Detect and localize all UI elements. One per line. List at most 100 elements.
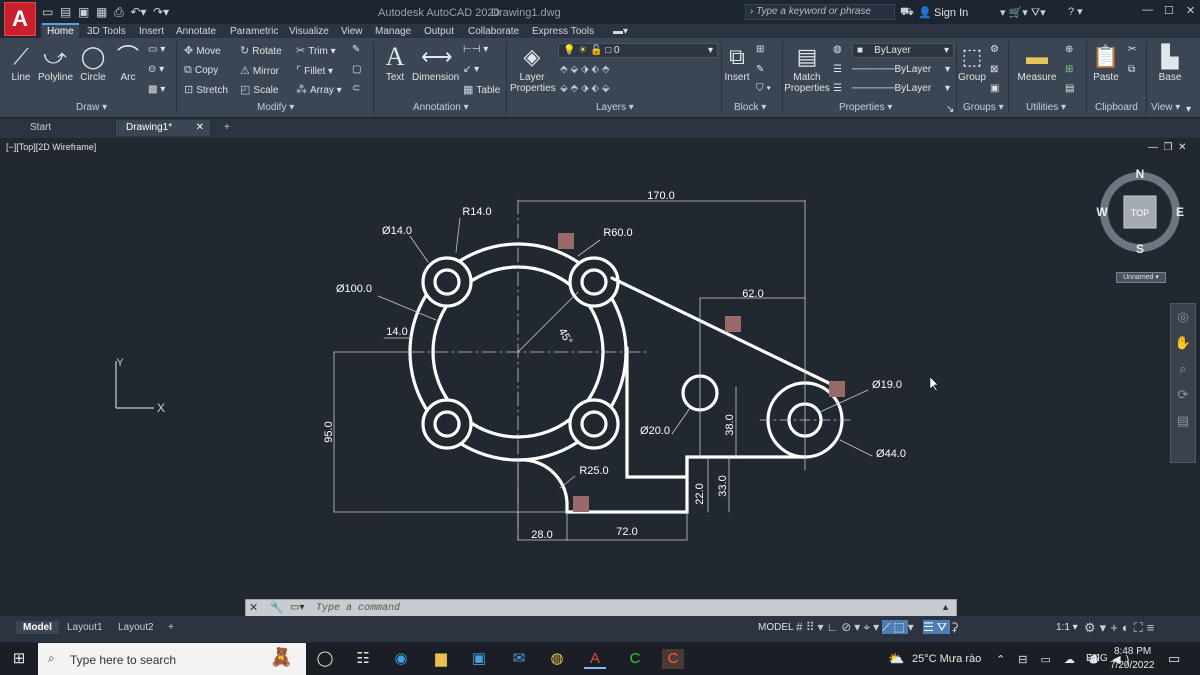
block-panel-title[interactable]: Block ▾: [734, 102, 766, 113]
dim-170[interactable]: 170.0: [647, 190, 675, 202]
fillet-tool[interactable]: ⌜ Fillet ▾: [296, 64, 333, 77]
recorder-icon[interactable]: C: [662, 649, 684, 669]
linetype-dropdown[interactable]: ──────ByLayer ▾: [848, 63, 954, 78]
snap-icon[interactable]: ⠿▾: [806, 620, 827, 634]
lineweight-icon[interactable]: ☰: [833, 83, 842, 94]
cad-drawing[interactable]: 170.0 R14.0 Ø14.0 R60.0 Ø100.0 14.0 45° …: [0, 138, 1200, 616]
dynamic-ucs-icon[interactable]: ⬚: [893, 620, 908, 634]
constraint-marker[interactable]: [829, 381, 845, 397]
dim-d19[interactable]: Ø19.0: [872, 379, 902, 391]
mail-icon[interactable]: ✉: [508, 649, 530, 669]
plot-icon[interactable]: ⎙: [114, 5, 124, 19]
otrack-icon[interactable]: ⟋: [882, 620, 894, 634]
edit-block-icon[interactable]: ✎: [756, 64, 764, 75]
camtasia-icon[interactable]: C: [624, 649, 646, 669]
tab-annotate[interactable]: Annotate: [171, 25, 221, 38]
groups-panel-title[interactable]: Groups ▾: [963, 102, 1004, 113]
layer-tools-row-2[interactable]: ⬙ ⬘ ⬗ ⬖ ⬙: [560, 83, 610, 94]
measure-tool[interactable]: ▬ Measure: [1016, 44, 1058, 83]
lug-boss-ne[interactable]: [568, 256, 620, 308]
tab-layout2[interactable]: Layout2: [111, 621, 161, 634]
insert-tool[interactable]: ⧉ Insert: [722, 44, 752, 83]
constraint-marker[interactable]: [558, 233, 574, 249]
file-explorer-icon[interactable]: ▆: [430, 649, 452, 669]
annotation-visibility-icon[interactable]: ⛛: [936, 620, 950, 634]
tab-drawing1[interactable]: Drawing1* ✕: [116, 120, 210, 136]
copy-clip-icon[interactable]: ⧉: [1128, 64, 1135, 75]
drawing-viewport[interactable]: [−][Top][2D Wireframe] — ❐ ✕ TOP N S E W…: [0, 138, 1200, 617]
widgets-icon[interactable]: ☷: [352, 649, 374, 669]
gradient-icon[interactable]: ▩ ▾: [148, 84, 165, 95]
new-icon[interactable]: ▭: [42, 5, 53, 19]
tab-express-tools[interactable]: Express Tools: [527, 25, 599, 38]
add-layout-button[interactable]: +: [161, 621, 181, 634]
dim-62[interactable]: 62.0: [742, 288, 763, 300]
rotate-tool[interactable]: ↻ Rotate: [240, 44, 282, 57]
hatch-icon[interactable]: ⊝ ▾: [148, 64, 164, 75]
cart-icon[interactable]: ▾ 🛒▾ ⛛▾: [1000, 6, 1046, 20]
tab-manage[interactable]: Manage: [370, 25, 416, 38]
tab-layout1[interactable]: Layout1: [60, 621, 110, 634]
offset-icon[interactable]: ⊂: [352, 83, 360, 94]
language-indicator[interactable]: ENG: [1086, 653, 1108, 664]
customize-menu-icon[interactable]: ≡: [1147, 620, 1159, 635]
autoscale-icon[interactable]: ⚳: [950, 620, 962, 634]
fullscreen-icon[interactable]: ⛶: [1134, 620, 1147, 635]
task-view-icon[interactable]: ◯: [314, 649, 336, 669]
weather-text[interactable]: 25°C Mưa rào: [912, 653, 981, 665]
calculator-icon[interactable]: ▤: [1065, 83, 1074, 94]
workspace-gear-icon[interactable]: ⚙▾: [1084, 620, 1110, 635]
dim-d14[interactable]: Ø14.0: [382, 225, 412, 237]
scale-tool[interactable]: ◰ Scale: [240, 83, 278, 96]
arc-tool[interactable]: ⌒ Arc: [113, 44, 143, 83]
isolate-icon[interactable]: ◐: [1122, 620, 1134, 635]
tab-parametric[interactable]: Parametric: [225, 25, 283, 38]
edge-browser-icon[interactable]: ◉: [390, 649, 412, 669]
color-wheel-icon[interactable]: ◍: [833, 44, 842, 55]
binoculars-icon[interactable]: ⛟: [900, 6, 914, 20]
layer-properties-tool[interactable]: ◈ Layer Properties: [510, 44, 556, 94]
color-dropdown[interactable]: ■ ByLayer ▾: [852, 43, 954, 58]
command-history-icon[interactable]: ▭▾: [290, 602, 304, 613]
constraint-marker[interactable]: [725, 316, 741, 332]
minimize-button[interactable]: —: [1142, 4, 1153, 16]
base-view-tool[interactable]: ▙ Base: [1152, 44, 1188, 83]
lug-boss-sw[interactable]: [421, 398, 473, 450]
move-tool[interactable]: ✥ Move: [184, 44, 221, 57]
dim-72[interactable]: 72.0: [616, 526, 637, 538]
tab-view[interactable]: View: [336, 25, 368, 38]
right-profile-edge[interactable]: [625, 346, 807, 479]
tab-home[interactable]: Home: [42, 23, 79, 38]
dim-38[interactable]: 38.0: [724, 414, 736, 435]
dim-95[interactable]: 95.0: [323, 421, 335, 442]
line-tool[interactable]: ⟋ Line: [6, 44, 36, 83]
layers-panel-title[interactable]: Layers ▾: [596, 102, 634, 113]
dim-33[interactable]: 33.0: [717, 475, 729, 496]
clock-time[interactable]: 8:48 PM: [1114, 646, 1151, 657]
dim-r25[interactable]: R25.0: [579, 465, 608, 477]
polyline-tool[interactable]: ⤻ Polyline: [38, 44, 73, 83]
ortho-icon[interactable]: ∟: [827, 620, 842, 634]
dimension-tool[interactable]: ⟷ Dimension: [412, 44, 459, 83]
cut-icon[interactable]: ✂: [1128, 44, 1136, 55]
dim-r60[interactable]: R60.0: [603, 227, 632, 239]
tangent-edge[interactable]: [610, 276, 835, 387]
command-expand-icon[interactable]: ▲: [941, 602, 950, 612]
dim-22[interactable]: 22.0: [694, 483, 706, 504]
create-block-icon[interactable]: ⊞: [756, 44, 764, 55]
search-input[interactable]: › Type a keyword or phrase: [745, 4, 895, 20]
wrench-icon[interactable]: 🔧: [270, 601, 284, 614]
weather-icon[interactable]: ⛅: [888, 651, 904, 667]
rectangle-icon[interactable]: ▭ ▾: [148, 44, 165, 55]
tab-start[interactable]: Start: [20, 120, 116, 136]
tab-collaborate[interactable]: Collaborate: [463, 25, 524, 38]
clock-date[interactable]: 7/20/2022: [1110, 660, 1155, 671]
copy-tool[interactable]: ⧉ Copy: [184, 64, 218, 77]
lug-boss-nw[interactable]: [421, 256, 473, 308]
osnap-icon[interactable]: ⌖▾: [863, 620, 882, 634]
status-toggles[interactable]: #⠿▾∟⊘▾⌖▾⟋⬚▾ ☰⛛⚳: [796, 620, 962, 635]
model-space-toggle[interactable]: MODEL: [758, 622, 794, 633]
array-tool[interactable]: ⁂ Array ▾: [296, 83, 342, 96]
trim-tool[interactable]: ✂ Trim ▾: [296, 44, 336, 57]
text-tool[interactable]: A Text: [380, 44, 410, 84]
